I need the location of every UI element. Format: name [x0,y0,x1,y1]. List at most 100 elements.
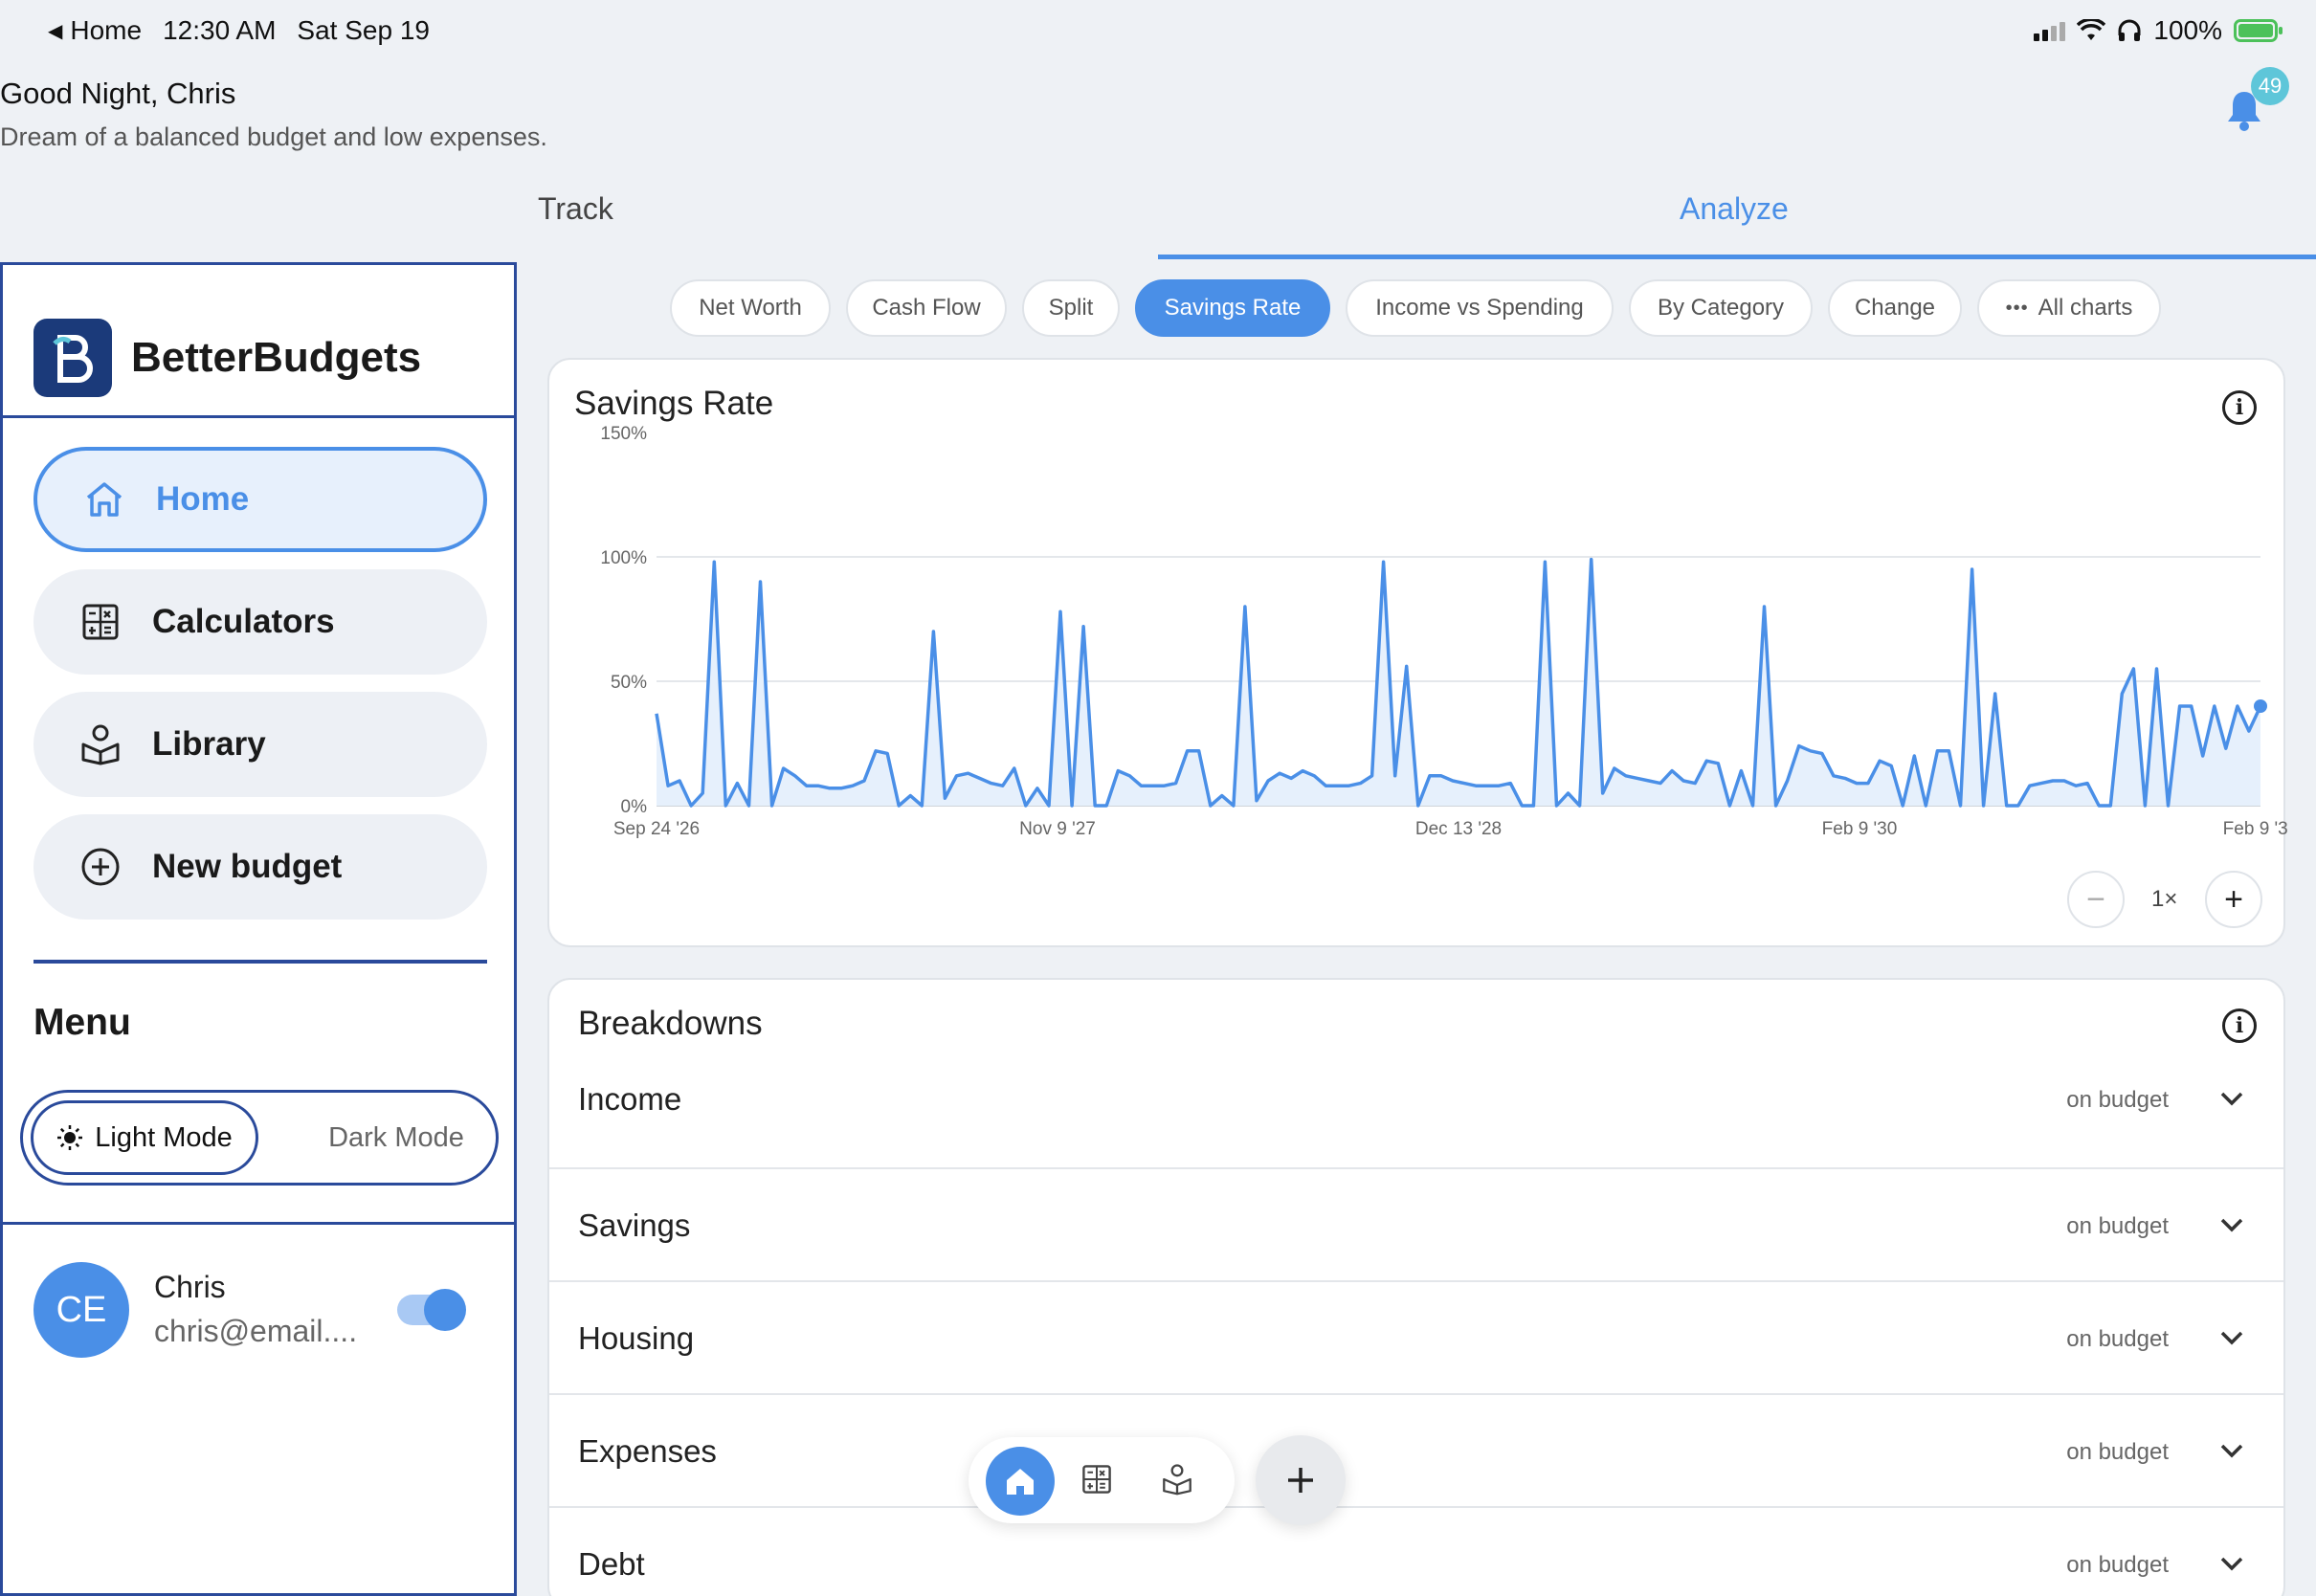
chip-split[interactable]: Split [1022,279,1120,337]
chip-change[interactable]: Change [1828,279,1962,337]
chip-cash-flow[interactable]: Cash Flow [846,279,1007,337]
breakdown-row-debt[interactable]: Debt on budget [549,1506,2283,1596]
sidebar-item-calculators[interactable]: Calculators [33,569,487,675]
calculator-icon [79,601,122,643]
sidebar-item-library[interactable]: Library [33,692,487,797]
plus-icon [1288,1468,1313,1493]
moon-icon [300,1126,312,1149]
avatar[interactable]: CE [33,1262,129,1358]
fab-add-button[interactable] [1256,1435,1346,1525]
zoom-out-button[interactable]: − [2067,871,2125,928]
breakdowns-title: Breakdowns [578,1005,763,1042]
x-tick-label: Sep 24 '26 [613,819,700,839]
menu-title: Menu [33,1002,131,1043]
library-icon [1163,1464,1191,1496]
chip-all-charts[interactable]: ••• All charts [1977,279,2161,337]
user-name: Chris [154,1270,226,1304]
series-line [655,557,2262,808]
series-area [657,559,2260,806]
battery-percent: 100% [2153,15,2222,45]
chip-all-charts-label: All charts [2038,295,2133,321]
x-tick-label: Feb 9 '31 [2223,819,2287,839]
breakdown-row-savings[interactable]: Savings on budget [549,1167,2283,1280]
floating-nav [969,1437,1235,1523]
chip-income-vs-spending[interactable]: Income vs Spending [1346,279,1614,337]
home-icon [83,478,125,521]
x-tick-label: Feb 9 '30 [1822,819,1898,839]
back-link[interactable]: ◀ Home [48,15,142,46]
chip-net-worth[interactable]: Net Worth [670,279,831,337]
sidebar-item-label: New budget [152,848,343,885]
x-tick-label: Dec 13 '28 [1415,819,1502,839]
notification-badge: 49 [2251,67,2289,105]
breakdown-status: on budget [2066,1439,2169,1465]
sidebar-item-label: Calculators [152,603,335,640]
fab-home-button[interactable] [986,1447,1055,1516]
savings-rate-card: Savings Rate i 150% 100% 50% 0% Sep 24 '26 No… [547,358,2287,947]
fab-library-button[interactable] [1156,1458,1198,1500]
breakdown-label: Income [578,1081,682,1117]
breakdown-status: on budget [2066,1552,2169,1578]
breakdown-status: on budget [2066,1326,2169,1352]
y-tick-label: 50% [611,673,647,693]
sidebar-item-label: Library [152,725,266,763]
logo-b-icon [53,335,93,383]
sidebar-item-home[interactable]: Home [33,447,487,552]
light-mode-label: Light Mode [95,1121,233,1153]
breakdown-row-housing[interactable]: Housing on budget [549,1280,2283,1393]
brand-logo[interactable] [33,319,112,397]
status-date: Sat Sep 19 [297,15,430,45]
breakdown-row-income[interactable]: Income on budget [549,1043,2283,1156]
library-icon [79,723,122,765]
chevron-down-icon [2220,1444,2243,1458]
more-dots-icon: ••• [2005,297,2029,319]
back-arrow-icon: ◀ [48,20,63,42]
dark-mode-label: Dark Mode [328,1121,464,1153]
breakdown-label: Expenses [578,1433,717,1469]
user-divider [3,1222,514,1225]
cellular-signal-icon [2034,20,2066,41]
status-bar: ◀ Home 12:30 AM Sat Sep 19 100% [0,0,2316,57]
chevron-down-icon [2220,1218,2243,1232]
fab-calculator-button[interactable] [1076,1458,1118,1500]
sidebar-divider [33,960,487,964]
sidebar-item-new-budget[interactable]: New budget [33,814,487,920]
series-endpoint [2254,699,2267,713]
breakdowns-card: Breakdowns i Income on budget Savings on… [547,978,2285,1596]
battery-icon [2234,19,2283,42]
tab-analyze[interactable]: Analyze [1680,191,1789,227]
theme-switcher: Light Mode Dark Mode [20,1090,499,1186]
savings-rate-chart: 150% 100% 50% 0%Sep 24 '26 Nov 9 '27 Dec 13 '… [600,424,2287,839]
breakdown-row-expenses[interactable]: Expenses on budget [549,1393,2283,1506]
y-tick-label: 0% [621,797,648,817]
dark-mode-button[interactable]: Dark Mode [274,1100,484,1175]
sidebar-item-label: Home [156,480,250,518]
tab-track[interactable]: Track [538,191,613,227]
greeting: Good Night, Chris Dream of a balanced bu… [0,77,547,152]
brand-name: BetterBudgets [131,334,422,381]
breakdown-label: Housing [578,1320,695,1356]
light-mode-button[interactable]: Light Mode [31,1100,258,1175]
info-icon[interactable]: i [2222,1009,2257,1043]
home-icon [1007,1469,1034,1495]
chevron-down-icon [2220,1092,2243,1106]
chevron-down-icon [2220,1557,2243,1571]
greeting-title: Good Night, Chris [0,77,236,110]
breakdown-status: on budget [2066,1087,2169,1113]
zoom-level: 1× [2151,886,2178,912]
chip-savings-rate[interactable]: Savings Rate [1135,279,1330,337]
breakdown-label: Debt [578,1546,645,1582]
chip-by-category[interactable]: By Category [1629,279,1813,337]
greeting-subtitle: Dream of a balanced budget and low expen… [0,122,547,151]
user-toggle[interactable] [397,1289,466,1331]
status-time: 12:30 AM [163,15,277,45]
plus-circle-icon [79,846,122,888]
sun-icon [57,1125,83,1150]
zoom-in-button[interactable]: + [2205,871,2262,928]
chevron-down-icon [2220,1331,2243,1345]
sidebar: BetterBudgets Home Calculators Library N… [0,262,517,1596]
y-tick-label: 100% [600,548,647,568]
breakdown-label: Savings [578,1208,691,1243]
wifi-icon [2077,19,2106,40]
calculator-icon [1082,1465,1111,1494]
